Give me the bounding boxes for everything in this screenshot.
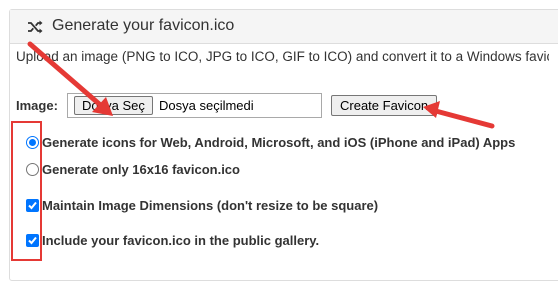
annotation-arrows [27, 41, 495, 129]
annotation-arrow-file [27, 41, 113, 116]
annotation-arrow-create [423, 101, 495, 129]
